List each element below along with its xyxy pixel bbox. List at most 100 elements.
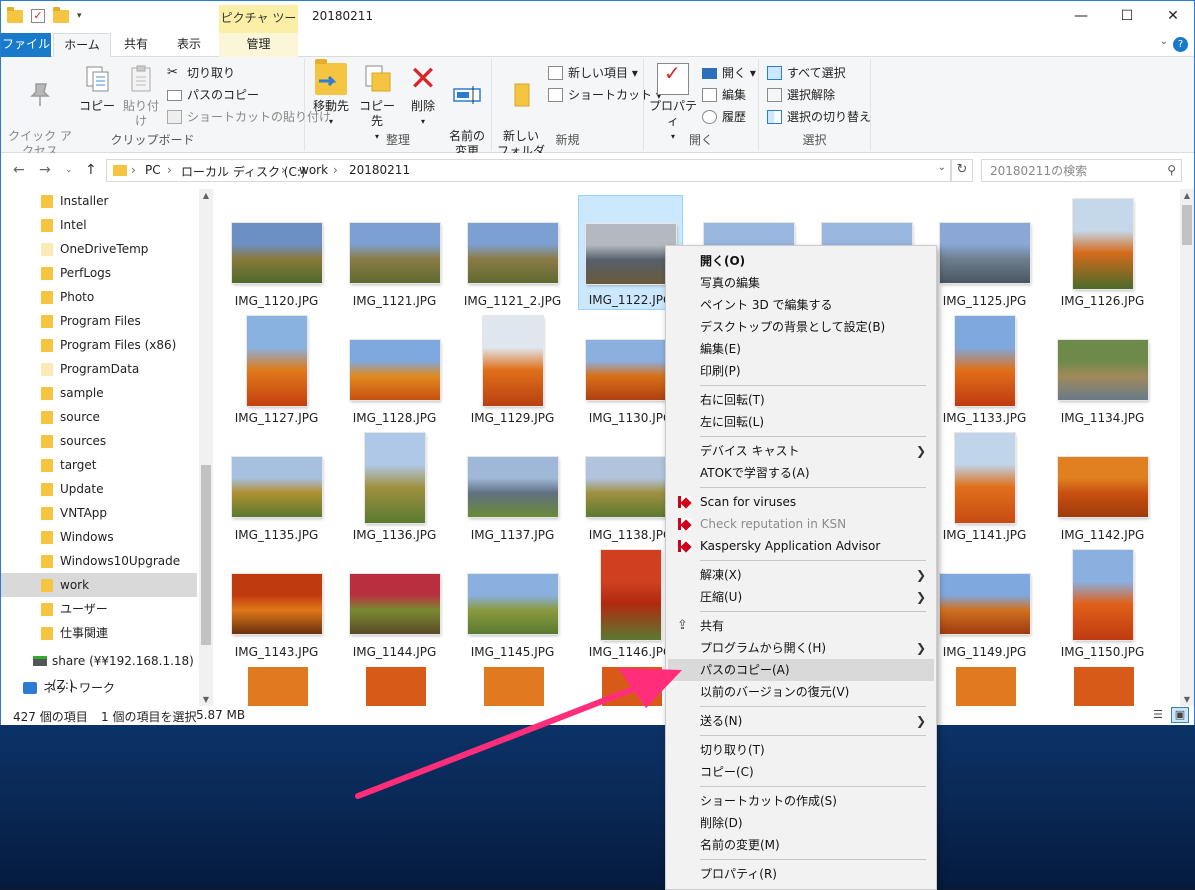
nav-item[interactable]: Program Files	[1, 309, 197, 333]
select-all-button[interactable]: すべて選択	[767, 63, 846, 83]
up-icon[interactable]: ↑	[85, 162, 97, 178]
content-scrollbar[interactable]: ▲ ▼	[1180, 189, 1194, 706]
forward-icon[interactable]: →	[39, 162, 51, 178]
file-tile[interactable]: IMG_1141.JPG	[932, 429, 1037, 544]
move-to-button[interactable]: 移動先 ▾	[309, 59, 353, 129]
file-tile[interactable]: IMG_1135.JPG	[224, 429, 329, 544]
file-tile[interactable]: IMG_1144.JPG	[342, 546, 447, 661]
delete-button[interactable]: ✕ 削除 ▾	[403, 62, 443, 129]
properties-qat-icon[interactable]: ✓	[31, 9, 45, 23]
nav-item[interactable]: OneDriveTemp	[1, 237, 197, 261]
file-tile[interactable]: IMG_1145.JPG	[460, 546, 565, 661]
copy-path-ribbon-button[interactable]: パスのコピー	[167, 85, 259, 105]
context-menu-item[interactable]: 編集(E)	[668, 338, 934, 360]
select-none-button[interactable]: 選択解除	[767, 85, 835, 105]
address-dropdown-icon[interactable]: ⌄	[938, 162, 946, 173]
scroll-up-icon[interactable]: ▲	[199, 191, 213, 200]
details-view-icon[interactable]: ☰	[1149, 707, 1167, 723]
breadcrumb-separator[interactable]: ›	[167, 163, 172, 177]
breadcrumb-work[interactable]: work	[299, 163, 328, 177]
recent-locations-icon[interactable]: ⌄	[65, 165, 73, 175]
history-button[interactable]: 履歴	[702, 107, 746, 127]
back-icon[interactable]: ←	[13, 162, 25, 178]
context-menu-item[interactable]: プロパティ(R)	[668, 863, 934, 885]
context-menu-item[interactable]: デバイス キャスト ❯	[668, 440, 934, 462]
maximize-button[interactable]: ☐	[1104, 1, 1150, 31]
file-tile[interactable]: IMG_1142.JPG	[1050, 429, 1155, 544]
context-menu-item[interactable]: プログラムから開く(H) ❯	[668, 637, 934, 659]
file-tile[interactable]: IMG_1133.JPG	[932, 312, 1037, 427]
nav-item[interactable]: Intel	[1, 213, 197, 237]
photo-thumbnail[interactable]	[248, 667, 308, 706]
breadcrumb-local-disk[interactable]: ローカル ディスク (C:)	[181, 163, 306, 180]
file-tile[interactable]: IMG_1134.JPG	[1050, 312, 1155, 427]
context-menu-item[interactable]: 送る(N) ❯	[668, 710, 934, 732]
tab-manage[interactable]: 管理	[219, 33, 298, 57]
customize-qat-icon[interactable]: ▾	[77, 11, 82, 21]
file-tile[interactable]: IMG_1150.JPG	[1050, 546, 1155, 661]
nav-item[interactable]: sources	[1, 429, 197, 453]
nav-item[interactable]: sample	[1, 381, 197, 405]
nav-item[interactable]: source	[1, 405, 197, 429]
edit-button[interactable]: 編集	[702, 85, 746, 105]
photo-thumbnail[interactable]	[1074, 667, 1134, 706]
nav-item[interactable]: Program Files (x86)	[1, 333, 197, 357]
breadcrumb-separator[interactable]: ›	[131, 163, 136, 177]
context-menu-item[interactable]: 写真の編集	[668, 272, 934, 294]
tab-home[interactable]: ホーム	[53, 33, 111, 57]
context-menu-item[interactable]: デスクトップの背景として設定(B)	[668, 316, 934, 338]
nav-item-network-drive[interactable]: share (¥¥192.168.1.18) (Z:)	[1, 649, 197, 692]
tab-file[interactable]: ファイル	[1, 33, 51, 57]
context-menu-item[interactable]: ATOKで学習する(A)	[668, 462, 934, 484]
context-menu-item[interactable]: 右に回転(T)	[668, 389, 934, 411]
file-tile[interactable]: IMG_1137.JPG	[460, 429, 565, 544]
photo-thumbnail[interactable]	[366, 667, 426, 706]
paste-button[interactable]: 貼り付け	[119, 63, 163, 129]
context-menu-item[interactable]: 左に回転(L)	[668, 411, 934, 433]
file-tile[interactable]: IMG_1126.JPG	[1050, 195, 1155, 310]
navigation-pane[interactable]: Installer Intel OneDriveTemp PerfLogs Photo P…	[1, 189, 215, 706]
nav-item[interactable]: ProgramData	[1, 357, 197, 381]
photo-thumbnail[interactable]	[484, 667, 544, 706]
context-menu-item[interactable]: パスのコピー(A)	[668, 659, 934, 681]
context-menu-item[interactable]: 名前の変更(M)	[668, 834, 934, 856]
file-tile[interactable]: IMG_1121_2.JPG	[460, 195, 565, 310]
context-menu-item[interactable]: 解凍(X) ❯	[668, 564, 934, 586]
search-input[interactable]	[990, 161, 1160, 181]
invert-selection-button[interactable]: 選択の切り替え	[767, 107, 871, 127]
cut-button[interactable]: ✂ 切り取り	[167, 63, 235, 83]
minimize-button[interactable]: —	[1058, 1, 1104, 31]
nav-scrollbar-thumb[interactable]	[201, 465, 211, 645]
nav-item[interactable]: target	[1, 453, 197, 477]
context-menu-item[interactable]: 以前のバージョンの復元(V)	[668, 681, 934, 703]
refresh-icon[interactable]: ↻	[951, 159, 973, 182]
nav-item[interactable]: Photo	[1, 285, 197, 309]
nav-item-network[interactable]: ネットワーク	[1, 676, 197, 700]
search-box[interactable]: ⚲	[981, 159, 1182, 182]
nav-item[interactable]: Windows10Upgrade	[1, 549, 197, 573]
scroll-down-icon[interactable]: ▼	[199, 695, 213, 704]
file-tile[interactable]: IMG_1128.JPG	[342, 312, 447, 427]
help-icon[interactable]: ?	[1173, 37, 1188, 52]
context-menu-item[interactable]: ⇪ 共有	[668, 615, 934, 637]
copy-button[interactable]: コピー	[77, 63, 117, 114]
nav-item[interactable]: Windows	[1, 525, 197, 549]
new-folder-qat-icon[interactable]	[53, 6, 69, 23]
tab-view[interactable]: 表示	[161, 33, 217, 57]
nav-item[interactable]: PerfLogs	[1, 261, 197, 285]
nav-item[interactable]: 仕事関連	[1, 621, 197, 645]
context-menu-item[interactable]: ペイント 3D で編集する	[668, 294, 934, 316]
photo-thumbnail[interactable]	[602, 667, 662, 706]
file-tile[interactable]: IMG_1120.JPG	[224, 195, 329, 310]
large-icons-view-icon[interactable]: ▣	[1171, 707, 1189, 723]
context-menu-item[interactable]: 開く(O)	[668, 250, 934, 272]
context-menu-item[interactable]: 圧縮(U) ❯	[668, 586, 934, 608]
breadcrumb-current[interactable]: 20180211	[349, 163, 410, 177]
nav-item[interactable]: ユーザー	[1, 597, 197, 621]
context-menu-item[interactable]: 印刷(P)	[668, 360, 934, 382]
file-tile[interactable]: IMG_1127.JPG	[224, 312, 329, 427]
scroll-down-icon[interactable]: ▼	[1180, 695, 1194, 704]
nav-scrollbar[interactable]: ▲ ▼	[199, 189, 213, 706]
search-icon[interactable]: ⚲	[1167, 163, 1176, 177]
file-tile[interactable]: IMG_1129.JPG	[460, 312, 565, 427]
